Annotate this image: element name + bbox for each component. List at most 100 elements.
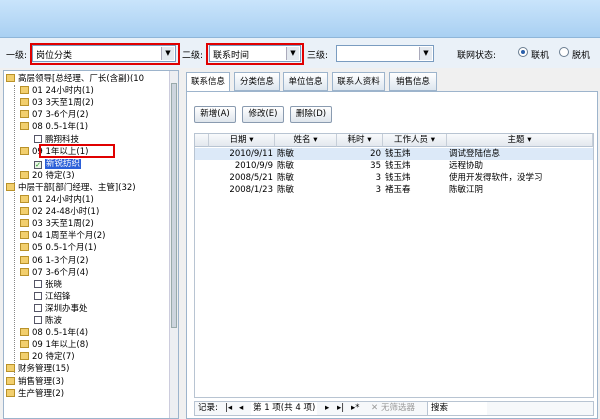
tree-leaf-node[interactable]: 江绍锋 [34, 291, 71, 303]
grid-header-staff[interactable]: 工作人员 ▾ [383, 134, 447, 147]
folder-icon [20, 255, 29, 264]
table-cell: 调试登陆信息 [449, 149, 501, 159]
filter-icon: ✕ [371, 403, 379, 413]
tree-leaf-node[interactable]: 张晓 [34, 279, 62, 291]
tree-node-label: 财务管理(15) [18, 364, 70, 375]
table-cell: 3 [375, 185, 381, 195]
table-cell: 35 [370, 161, 381, 171]
next-record-icon[interactable]: ▸ [325, 402, 329, 415]
record-position[interactable]: 第 1 项(共 4 项) [251, 402, 318, 415]
table-row[interactable]: 2008/1/23 陈敏 3 褚玉春 陈敏江阴 [195, 184, 593, 196]
tree-folder-node[interactable]: 03 3天至1周(2) [20, 218, 94, 230]
tree-folder-node[interactable]: 08 0.5-1年(4) [20, 327, 88, 339]
tab-unit-info[interactable]: 单位信息 [283, 72, 328, 91]
tree-folder-node[interactable]: 20 待定(3) [20, 170, 75, 182]
tree-leaf-node[interactable]: ✓ 新锐纺织 [34, 158, 82, 170]
last-record-icon[interactable]: ▸| [337, 402, 344, 415]
scroll-thumb[interactable] [171, 83, 177, 328]
tree-folder-node[interactable]: 05 0.5-1个月(1) [20, 242, 97, 254]
tree-leaf-node[interactable]: 陈波 [34, 315, 62, 327]
tab-sales-info[interactable]: 销售信息 [389, 72, 437, 91]
grid-header-duration[interactable]: 耗时 ▾ [337, 134, 383, 147]
tree-folder-node[interactable]: 04 1周至半个月(2) [20, 230, 105, 242]
tree-folder-node[interactable]: 06 1-3个月(2) [20, 255, 88, 267]
chevron-down-icon[interactable]: ▼ [419, 47, 432, 60]
first-record-icon[interactable]: |◂ [225, 402, 232, 415]
tree-node-label: 09 1年以上(8) [32, 340, 89, 351]
folder-icon [20, 146, 29, 155]
table-row[interactable]: 2008/5/21 陈敏 3 钱玉炜 使用开发得软件，没学习 [195, 172, 593, 184]
table-row[interactable]: 2010/9/9 陈敏 35 钱玉炜 远程协助 [195, 160, 593, 172]
tree-node-label: 01 24小时内(1) [32, 86, 94, 97]
folder-icon [6, 364, 15, 373]
tab-category-info[interactable]: 分类信息 [234, 72, 280, 91]
level3-label: 三级: [307, 51, 329, 61]
category-tree[interactable]: 高层领导[总经理、厂长(含副)(10 01 24小时内(1) 03 3天至1周(2)… [3, 70, 179, 419]
tree-folder-node[interactable]: 07 3-6个月(2) [20, 109, 88, 121]
level1-label: 一级: [6, 51, 28, 61]
tree-node-label: 江绍锋 [45, 291, 71, 302]
tree-node-label: 新锐纺织 [45, 158, 82, 169]
grid-header-subject[interactable]: 主题 ▾ [447, 134, 593, 147]
tree-leaf-node[interactable]: 深圳办事处 [34, 303, 88, 315]
edit-button[interactable]: 修改(E) [242, 106, 284, 123]
filter-status[interactable]: 无筛选器 [381, 402, 415, 415]
table-cell: 2010/9/9 [234, 161, 273, 171]
tree-folder-node[interactable]: 03 3天至1周(2) [20, 97, 94, 109]
tree-scrollbar[interactable] [169, 71, 178, 418]
table-cell: 钱玉炜 [385, 173, 411, 183]
checkbox-icon[interactable] [34, 134, 42, 143]
tree-folder-node[interactable]: 08 0.5-1年(1) [20, 121, 88, 133]
tree-folder-node[interactable]: 02 24-48小时(1) [20, 206, 99, 218]
title-bar [0, 0, 600, 38]
folder-icon [6, 376, 15, 385]
checkbox-icon[interactable] [34, 291, 42, 300]
tree-node-label: 生产管理(2) [18, 388, 65, 399]
checkbox-icon[interactable]: ✓ [34, 160, 42, 169]
checkbox-icon[interactable] [34, 303, 42, 312]
search-input[interactable]: 搜索 [427, 402, 487, 415]
folder-icon [20, 195, 29, 203]
folder-icon [20, 170, 29, 179]
tab-contact-info[interactable]: 联系信息 [186, 72, 230, 92]
contact-grid: 日期 ▾ 姓名 ▾ 耗时 ▾ 工作人员 ▾ 主题 ▾ 2010/9/11 陈敏 20… [194, 133, 594, 398]
table-row[interactable]: 2010/9/11 陈敏 20 钱玉炜 调试登陆信息 [195, 148, 593, 160]
tree-folder-node[interactable]: 20 待定(7) [20, 351, 75, 363]
tab-contact-profile[interactable]: 联系人资料 [332, 72, 385, 91]
tree-node-label: 08 0.5-1年(4) [32, 328, 89, 339]
tree-folder-node[interactable]: 09 1年以上(8) [20, 339, 88, 351]
table-cell: 褚玉春 [385, 185, 411, 195]
offline-radio[interactable] [559, 47, 569, 57]
prev-record-icon[interactable]: ◂ [239, 402, 243, 415]
tree-folder-node[interactable]: 销售管理(3) [6, 376, 64, 388]
table-cell: 陈敏 [277, 149, 295, 159]
level3-combo[interactable]: ▼ [336, 45, 434, 62]
folder-icon [20, 98, 29, 107]
checkbox-icon[interactable] [34, 316, 42, 324]
tree-folder-node[interactable]: 07 3-6个月(4) [20, 267, 88, 279]
delete-button[interactable]: 删除(D) [290, 106, 332, 123]
table-cell: 陈敏 [277, 161, 295, 171]
network-label: 联网状态: [457, 51, 497, 61]
table-cell: 20 [370, 149, 381, 159]
add-button[interactable]: 新增(A) [194, 106, 236, 123]
tree-node-label: 07 3-6个月(4) [32, 267, 89, 278]
table-cell: 3 [375, 173, 381, 183]
tree-folder-node[interactable]: 财务管理(15) [6, 363, 69, 375]
filter-bar: 一级: 岗位分类 ▼ 二级: 联系时间 ▼ 三级: ▼ 联网状态: 联机 脱机 [0, 38, 600, 68]
tree-folder-node[interactable]: 01 24小时内(1) [20, 85, 94, 97]
tree-folder-node[interactable]: 高层领导[总经理、厂长(含副)(10 [6, 73, 144, 85]
grid-header-date[interactable]: 日期 ▾ [209, 134, 275, 147]
tree-node-label: 03 3天至1周(2) [32, 98, 94, 109]
online-radio[interactable] [518, 47, 528, 57]
tree-folder-node[interactable]: 01 24小时内(1) [20, 194, 94, 206]
table-cell: 使用开发得软件，没学习 [449, 173, 543, 183]
new-record-icon[interactable]: ▸* [351, 402, 360, 415]
folder-icon [20, 243, 29, 252]
highlight-box [39, 144, 115, 158]
grid-header-name[interactable]: 姓名 ▾ [275, 134, 337, 147]
folder-icon [20, 207, 29, 216]
tree-folder-node[interactable]: 生产管理(2) [6, 388, 64, 400]
tree-folder-node[interactable]: 中层干部[部门经理、主管](32) [6, 182, 136, 194]
checkbox-icon[interactable] [34, 279, 42, 288]
